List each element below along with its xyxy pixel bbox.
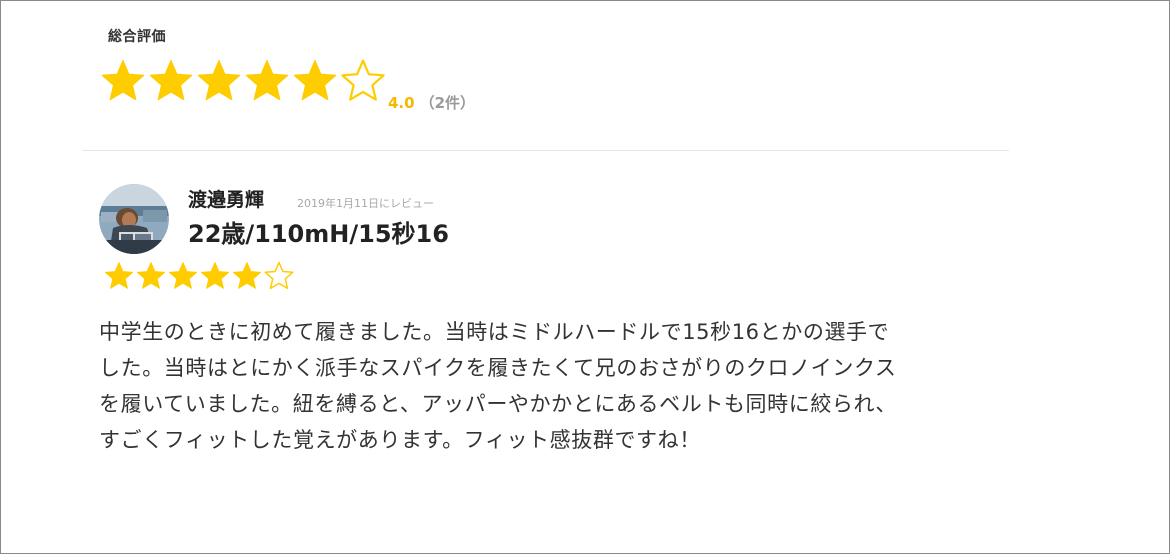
star-filled-icon [197,60,241,101]
overall-star-rating [99,57,387,105]
review-text-line: した。当時はとにかく派手なスパイクを履きたくて兄のおさがりのクロノインクス [99,356,897,380]
review-count: （2件） [419,94,476,112]
overall-score: 4.0 （2件） [388,92,475,113]
star-filled-icon [232,262,262,289]
review-star-rating [103,260,295,292]
overall-score-value: 4.0 [388,94,415,112]
star-filled-icon [101,60,145,101]
review-text-line: を履いていました。紐を縛ると、アッパーやかかとにあるベルトも同時に絞られ、 [99,392,897,416]
avatar[interactable] [99,184,169,254]
review-widget: 総合評価 4.0 （2件） 渡邉勇輝 2019年1月11日にレビュー 22歳/1… [0,0,1170,554]
star-filled-icon [136,262,166,289]
star-filled-icon [104,262,134,289]
divider [82,150,1009,151]
star-filled-icon [200,262,230,289]
star-filled-icon [245,60,289,101]
review-text-line: 中学生のときに初めて履きました。当時はミドルハードルで15秒16とかの選手で [99,320,890,344]
star-outline-icon [264,261,294,290]
star-filled-icon [149,60,193,101]
overall-rating-label: 総合評価 [108,29,166,45]
reviewer-profile: 22歳/110mH/15秒16 [188,220,449,248]
star-outline-icon [341,59,385,101]
reviewer-name: 渡邉勇輝 [188,189,265,211]
review-date: 2019年1月11日にレビュー [297,197,434,210]
review-text-line: すごくフィットした覚えがあります。フィット感抜群ですね！ [99,428,701,452]
star-filled-icon [293,60,337,101]
review-text: 中学生のときに初めて履きました。当時はミドルハードルで15秒16とかの選手で し… [99,314,1089,458]
star-filled-icon [168,262,198,289]
